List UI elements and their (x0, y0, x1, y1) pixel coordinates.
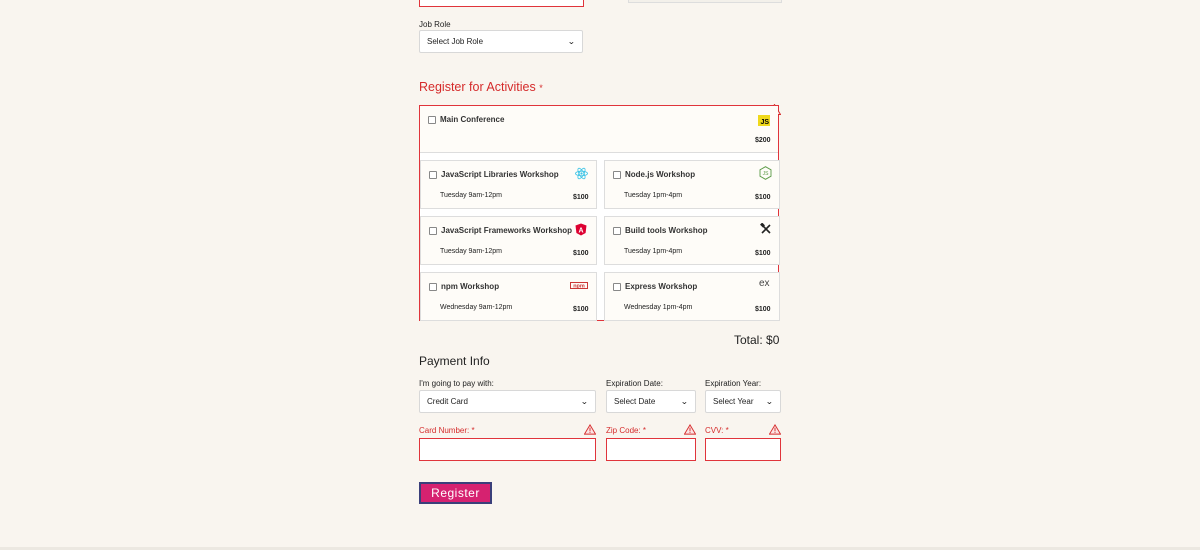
job-role-select-value: Select Job Role (427, 37, 484, 46)
tools-icon (760, 223, 771, 234)
express-time: Wednesday 1pm-4pm (624, 304, 693, 311)
exp-year-select[interactable]: Select Year ⌄ (705, 390, 781, 413)
exp-date-select[interactable]: Select Date ⌄ (606, 390, 696, 413)
main-conference-price: $200 (755, 137, 771, 144)
total-cost: Total: $0 (734, 333, 780, 347)
npm-price: $100 (573, 306, 589, 313)
payment-method-label: I'm going to pay with: (419, 379, 494, 388)
activities-fieldset: Main Conference JS $200 JavaScript Libra… (419, 104, 781, 321)
express-price: $100 (755, 306, 771, 313)
express-icon: ex (759, 278, 770, 289)
js-frameworks-price: $100 (573, 250, 589, 257)
required-marker: * (539, 83, 543, 93)
activities-title: Register for Activities * (419, 80, 543, 94)
react-icon (575, 167, 588, 180)
card-number-input[interactable] (419, 438, 596, 461)
warning-icon (769, 424, 781, 435)
chevron-down-icon: ⌄ (765, 397, 774, 406)
exp-year-label: Expiration Year: (705, 379, 762, 388)
js-libraries-time: Tuesday 9am-12pm (440, 192, 502, 199)
chevron-down-icon: ⌄ (680, 397, 689, 406)
nodejs-time: Tuesday 1pm-4pm (624, 192, 683, 199)
zip-code-input[interactable] (606, 438, 696, 461)
activity-card-build-tools[interactable]: Build tools Workshop Tuesday 1pm-4pm $10… (604, 216, 780, 265)
nodejs-name: Node.js Workshop (625, 170, 696, 179)
job-role-select[interactable]: Select Job Role ⌄ (419, 30, 583, 53)
js-libraries-checkbox[interactable] (429, 171, 437, 179)
build-tools-name: Build tools Workshop (625, 226, 708, 235)
npm-name: npm Workshop (441, 282, 500, 291)
job-role-label: Job Role (419, 20, 451, 29)
express-name: Express Workshop (625, 282, 698, 291)
exp-date-label: Expiration Date: (606, 379, 663, 388)
nodejs-icon: JS (759, 166, 772, 180)
nodejs-price: $100 (755, 194, 771, 201)
activity-card-js-frameworks[interactable]: JavaScript Frameworks Workshop A Tuesday… (420, 216, 597, 265)
warning-icon (584, 424, 596, 435)
js-libraries-price: $100 (573, 194, 589, 201)
previous-field-gray (628, 0, 782, 3)
main-conference-name: Main Conference (440, 115, 505, 124)
previous-input-field[interactable] (419, 0, 584, 7)
express-checkbox[interactable] (613, 283, 621, 291)
angular-icon: A (575, 223, 587, 236)
activity-card-npm[interactable]: npm Workshop npm Wednesday 9am-12pm $100 (420, 272, 597, 321)
exp-year-value: Select Year (713, 397, 754, 406)
npm-checkbox[interactable] (429, 283, 437, 291)
js-frameworks-checkbox[interactable] (429, 227, 437, 235)
zip-code-label: Zip Code: * (606, 426, 647, 435)
chevron-down-icon: ⌄ (567, 37, 576, 46)
npm-time: Wednesday 9am-12pm (440, 304, 513, 311)
activities-title-text: Register for Activities (419, 80, 536, 94)
activity-card-js-libraries[interactable]: JavaScript Libraries Workshop Tuesday 9a… (420, 160, 597, 209)
activity-main-conference[interactable]: Main Conference JS $200 (420, 106, 778, 153)
build-tools-price: $100 (755, 250, 771, 257)
payment-info-title: Payment Info (419, 354, 490, 368)
npm-icon: npm (570, 282, 588, 289)
cvv-label: CVV: * (705, 426, 729, 435)
chevron-down-icon: ⌄ (580, 397, 589, 406)
cvv-input[interactable] (705, 438, 781, 461)
svg-text:JS: JS (763, 171, 770, 177)
main-conference-checkbox[interactable] (428, 116, 436, 124)
svg-text:npm: npm (573, 284, 585, 289)
warning-icon (684, 424, 696, 435)
js-frameworks-time: Tuesday 9am-12pm (440, 248, 502, 255)
payment-method-value: Credit Card (427, 397, 468, 406)
activity-card-express[interactable]: Express Workshop ex Wednesday 1pm-4pm $1… (604, 272, 780, 321)
payment-method-select[interactable]: Credit Card ⌄ (419, 390, 596, 413)
card-number-label: Card Number: * (419, 426, 475, 435)
js-icon: JS (758, 115, 770, 126)
js-frameworks-name: JavaScript Frameworks Workshop (441, 226, 573, 235)
js-libraries-name: JavaScript Libraries Workshop (441, 170, 559, 179)
build-tools-time: Tuesday 1pm-4pm (624, 248, 683, 255)
nodejs-checkbox[interactable] (613, 171, 621, 179)
build-tools-checkbox[interactable] (613, 227, 621, 235)
svg-text:A: A (578, 227, 583, 234)
activity-card-nodejs[interactable]: Node.js Workshop JS Tuesday 1pm-4pm $100 (604, 160, 780, 209)
register-button[interactable]: Register (419, 482, 492, 504)
exp-date-value: Select Date (614, 397, 656, 406)
